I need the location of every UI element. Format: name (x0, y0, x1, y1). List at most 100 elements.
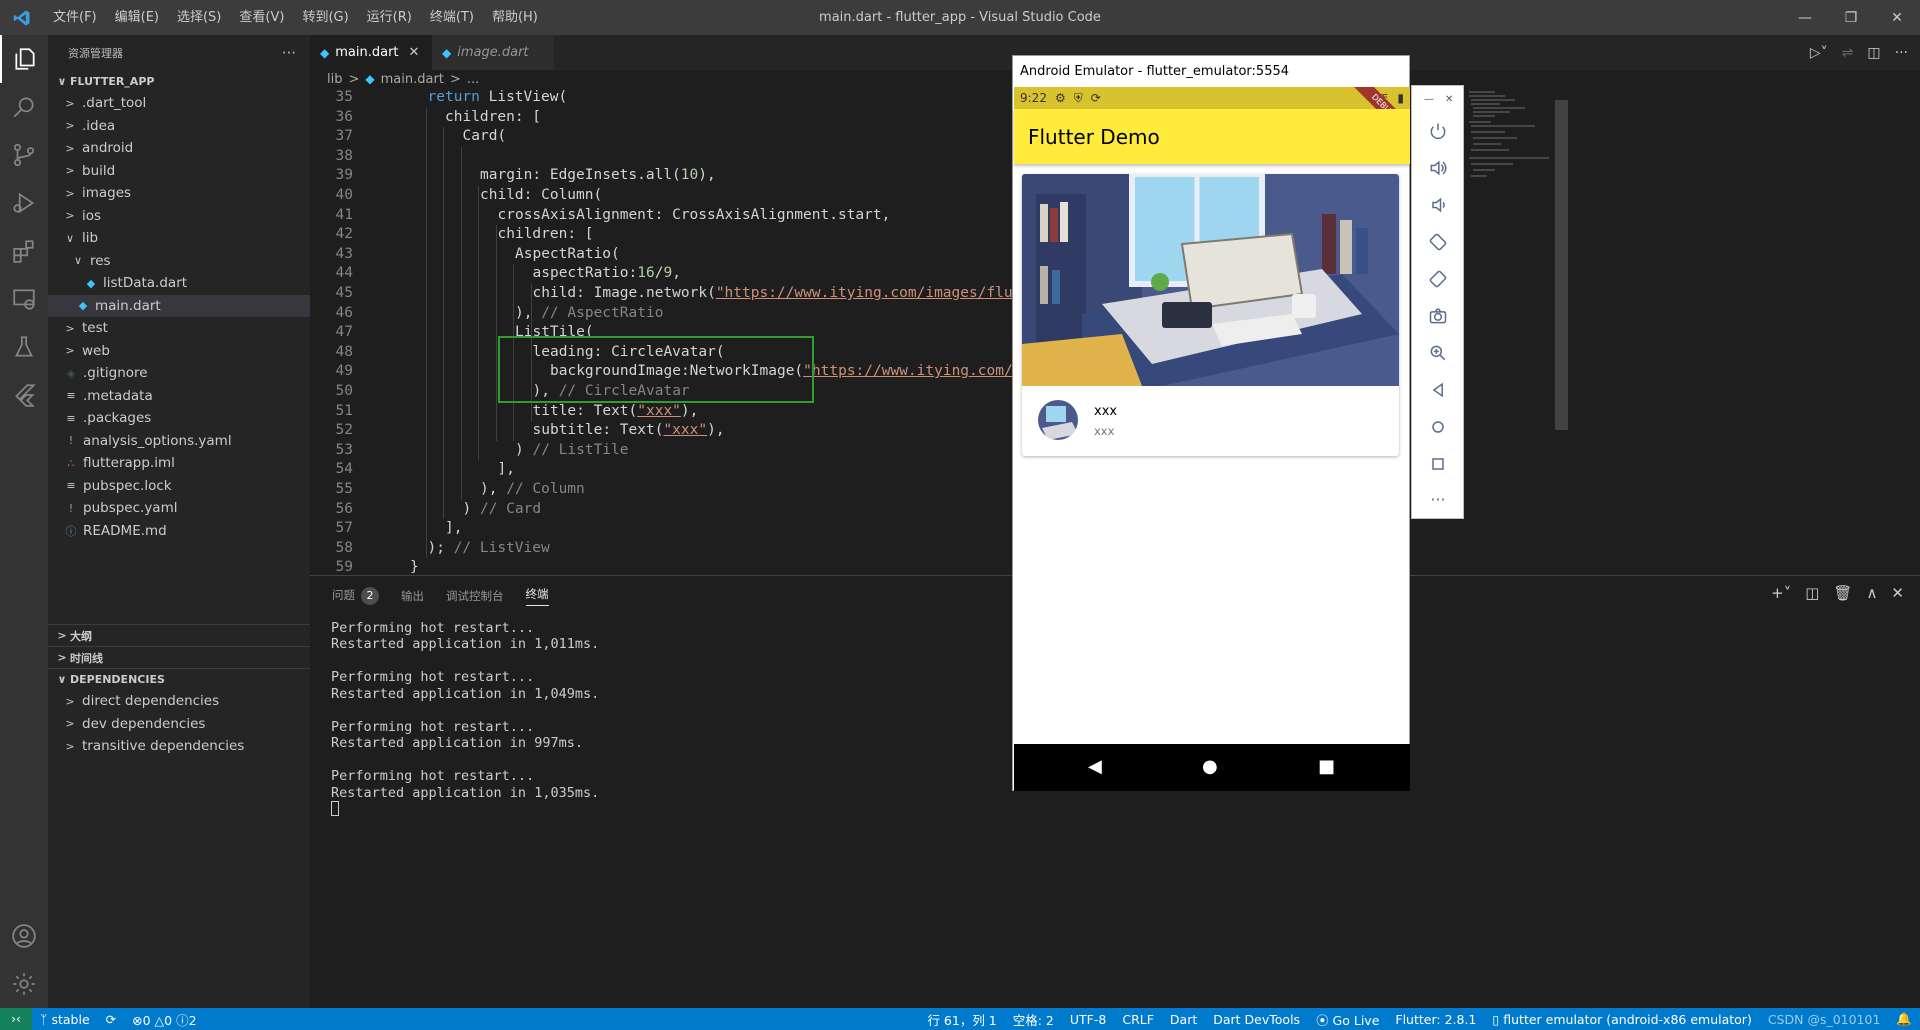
tree-item[interactable]: > build (48, 160, 310, 183)
project-section-header[interactable]: ∨ FLUTTER_APP (48, 70, 310, 92)
tree-item[interactable]: ! pubspec.yaml (48, 497, 310, 520)
tree-item[interactable]: ⓘ README.md (48, 520, 310, 543)
tab-image-dart[interactable]: ◆ image.dart (432, 35, 554, 70)
cursor-position[interactable]: 行 61，列 1 (919, 1010, 1004, 1029)
tree-item[interactable]: ∨ res (48, 250, 310, 273)
dart-devtools[interactable]: Dart DevTools (1205, 1012, 1308, 1027)
tree-item[interactable]: > .dart_tool (48, 92, 310, 115)
rotate-left-icon[interactable] (1425, 229, 1451, 255)
branch-indicator[interactable]: ᛉ stable (32, 1012, 98, 1027)
split-editor-icon[interactable]: ◫ (1867, 45, 1880, 61)
remote-explorer-icon[interactable] (0, 275, 48, 323)
close-icon[interactable]: ✕ (1445, 94, 1453, 105)
menu-item[interactable]: 查看(V) (230, 0, 293, 35)
tree-item[interactable]: > ios (48, 205, 310, 228)
encoding[interactable]: UTF-8 (1062, 1012, 1114, 1027)
run-icon[interactable]: ▷˅ (1810, 45, 1828, 61)
tree-item[interactable]: ∴ flutterapp.iml (48, 452, 310, 475)
notifications-icon[interactable]: 🔔 (1888, 1011, 1920, 1027)
close-icon[interactable]: ✕ (1874, 0, 1920, 35)
back-icon[interactable] (1425, 377, 1451, 403)
search-icon[interactable] (0, 83, 48, 131)
home-icon[interactable] (1425, 414, 1451, 440)
scrollbar-thumb[interactable] (1555, 100, 1568, 430)
testing-icon[interactable] (0, 323, 48, 371)
menu-item[interactable]: 文件(F) (44, 0, 106, 35)
tree-item[interactable]: ! analysis_options.yaml (48, 430, 310, 453)
tab-main-dart[interactable]: ◆ main.dart ✕ (310, 35, 432, 70)
rotate-right-icon[interactable] (1425, 266, 1451, 292)
line-ending[interactable]: CRLF (1114, 1012, 1162, 1027)
tree-item[interactable]: > images (48, 182, 310, 205)
menu-item[interactable]: 运行(R) (358, 0, 421, 35)
dependencies-section[interactable]: ∨ DEPENDENCIES (48, 668, 310, 690)
split-terminal-icon[interactable]: ◫ (1805, 584, 1819, 602)
overview-icon[interactable]: ■ (1318, 756, 1335, 777)
tree-item[interactable]: ◆ listData.dart (48, 272, 310, 295)
extensions-icon[interactable] (0, 227, 48, 275)
dependency-item[interactable]: > dev dependencies (48, 713, 310, 736)
tree-item[interactable]: > test (48, 317, 310, 340)
tree-item[interactable]: ≡ pubspec.lock (48, 475, 310, 498)
volume-down-icon[interactable] (1425, 192, 1451, 218)
breadcrumb-folder[interactable]: lib (327, 72, 342, 87)
list-tile[interactable]: xxx xxx (1022, 386, 1399, 456)
tab-debug-console[interactable]: 调试控制台 (446, 588, 504, 604)
tree-item[interactable]: > android (48, 137, 310, 160)
breadcrumb-rest[interactable]: ... (467, 72, 479, 87)
trash-icon[interactable]: 🗑 (1833, 584, 1852, 602)
menu-item[interactable]: 选择(S) (168, 0, 230, 35)
menu-item[interactable]: 编辑(E) (106, 0, 168, 35)
minimize-icon[interactable]: — (1424, 94, 1434, 105)
news-card[interactable]: xxx xxx (1022, 174, 1399, 456)
run-debug-icon[interactable] (0, 179, 48, 227)
minimize-icon[interactable]: — (1782, 0, 1828, 35)
zoom-icon[interactable] (1425, 340, 1451, 366)
terminal-output[interactable]: Performing hot restart... Restarted appli… (331, 620, 599, 817)
outline-section[interactable]: > 大纲 (48, 624, 310, 646)
menu-item[interactable]: 帮助(H) (483, 0, 547, 35)
camera-icon[interactable] (1425, 303, 1451, 329)
more-options-icon[interactable]: ··· (1425, 486, 1451, 512)
explorer-icon[interactable] (0, 35, 48, 83)
sync-icon[interactable]: ⟳ (98, 1012, 124, 1027)
open-changes-icon[interactable]: ⇌ (1842, 45, 1854, 61)
tree-item[interactable]: ∨ lib (48, 227, 310, 250)
more-actions-icon[interactable]: ··· (1895, 45, 1908, 61)
tab-terminal[interactable]: 终端 (525, 586, 549, 606)
overview-icon[interactable] (1425, 451, 1451, 477)
settings-gear-icon[interactable] (0, 960, 48, 1008)
flutter-version[interactable]: Flutter: 2.8.1 (1387, 1012, 1484, 1027)
account-icon[interactable] (0, 912, 48, 960)
close-panel-icon[interactable]: ✕ (1891, 584, 1904, 602)
timeline-section[interactable]: > 时间线 (48, 646, 310, 668)
tab-problems[interactable]: 问题 2 (332, 587, 379, 605)
back-icon[interactable]: ◀ (1088, 756, 1102, 777)
restore-icon[interactable]: ❐ (1828, 0, 1874, 35)
tree-item[interactable]: ≡ .packages (48, 407, 310, 430)
indentation[interactable]: 空格: 2 (1005, 1010, 1062, 1029)
tree-item[interactable]: ◈ .gitignore (48, 362, 310, 385)
home-icon[interactable]: ● (1202, 756, 1218, 777)
source-control-icon[interactable] (0, 131, 48, 179)
breadcrumb-file[interactable]: main.dart (381, 72, 444, 87)
dependency-item[interactable]: > transitive dependencies (48, 735, 310, 758)
tree-item[interactable]: ≡ .metadata (48, 385, 310, 408)
problems-indicator[interactable]: ⊗0 △0 ⓘ2 (124, 1010, 204, 1029)
go-live[interactable]: ⦿ Go Live (1308, 1010, 1387, 1029)
close-tab-icon[interactable]: ✕ (409, 45, 420, 60)
language-mode[interactable]: Dart (1162, 1012, 1205, 1027)
remote-indicator-icon[interactable]: ›‹ (0, 1008, 32, 1030)
power-icon[interactable] (1425, 118, 1451, 144)
flutter-icon[interactable] (0, 371, 48, 419)
dependency-item[interactable]: > direct dependencies (48, 690, 310, 713)
new-terminal-icon[interactable]: +˅ (1771, 584, 1791, 602)
tree-item[interactable]: ◆ main.dart (48, 294, 310, 317)
minimap[interactable] (1465, 88, 1555, 575)
menu-item[interactable]: 转到(G) (293, 0, 357, 35)
menu-item[interactable]: 终端(T) (421, 0, 483, 35)
tree-item[interactable]: > web (48, 340, 310, 363)
tree-item[interactable]: > .idea (48, 115, 310, 138)
chevron-up-icon[interactable]: ∧ (1866, 584, 1877, 602)
tab-output[interactable]: 输出 (401, 588, 424, 604)
